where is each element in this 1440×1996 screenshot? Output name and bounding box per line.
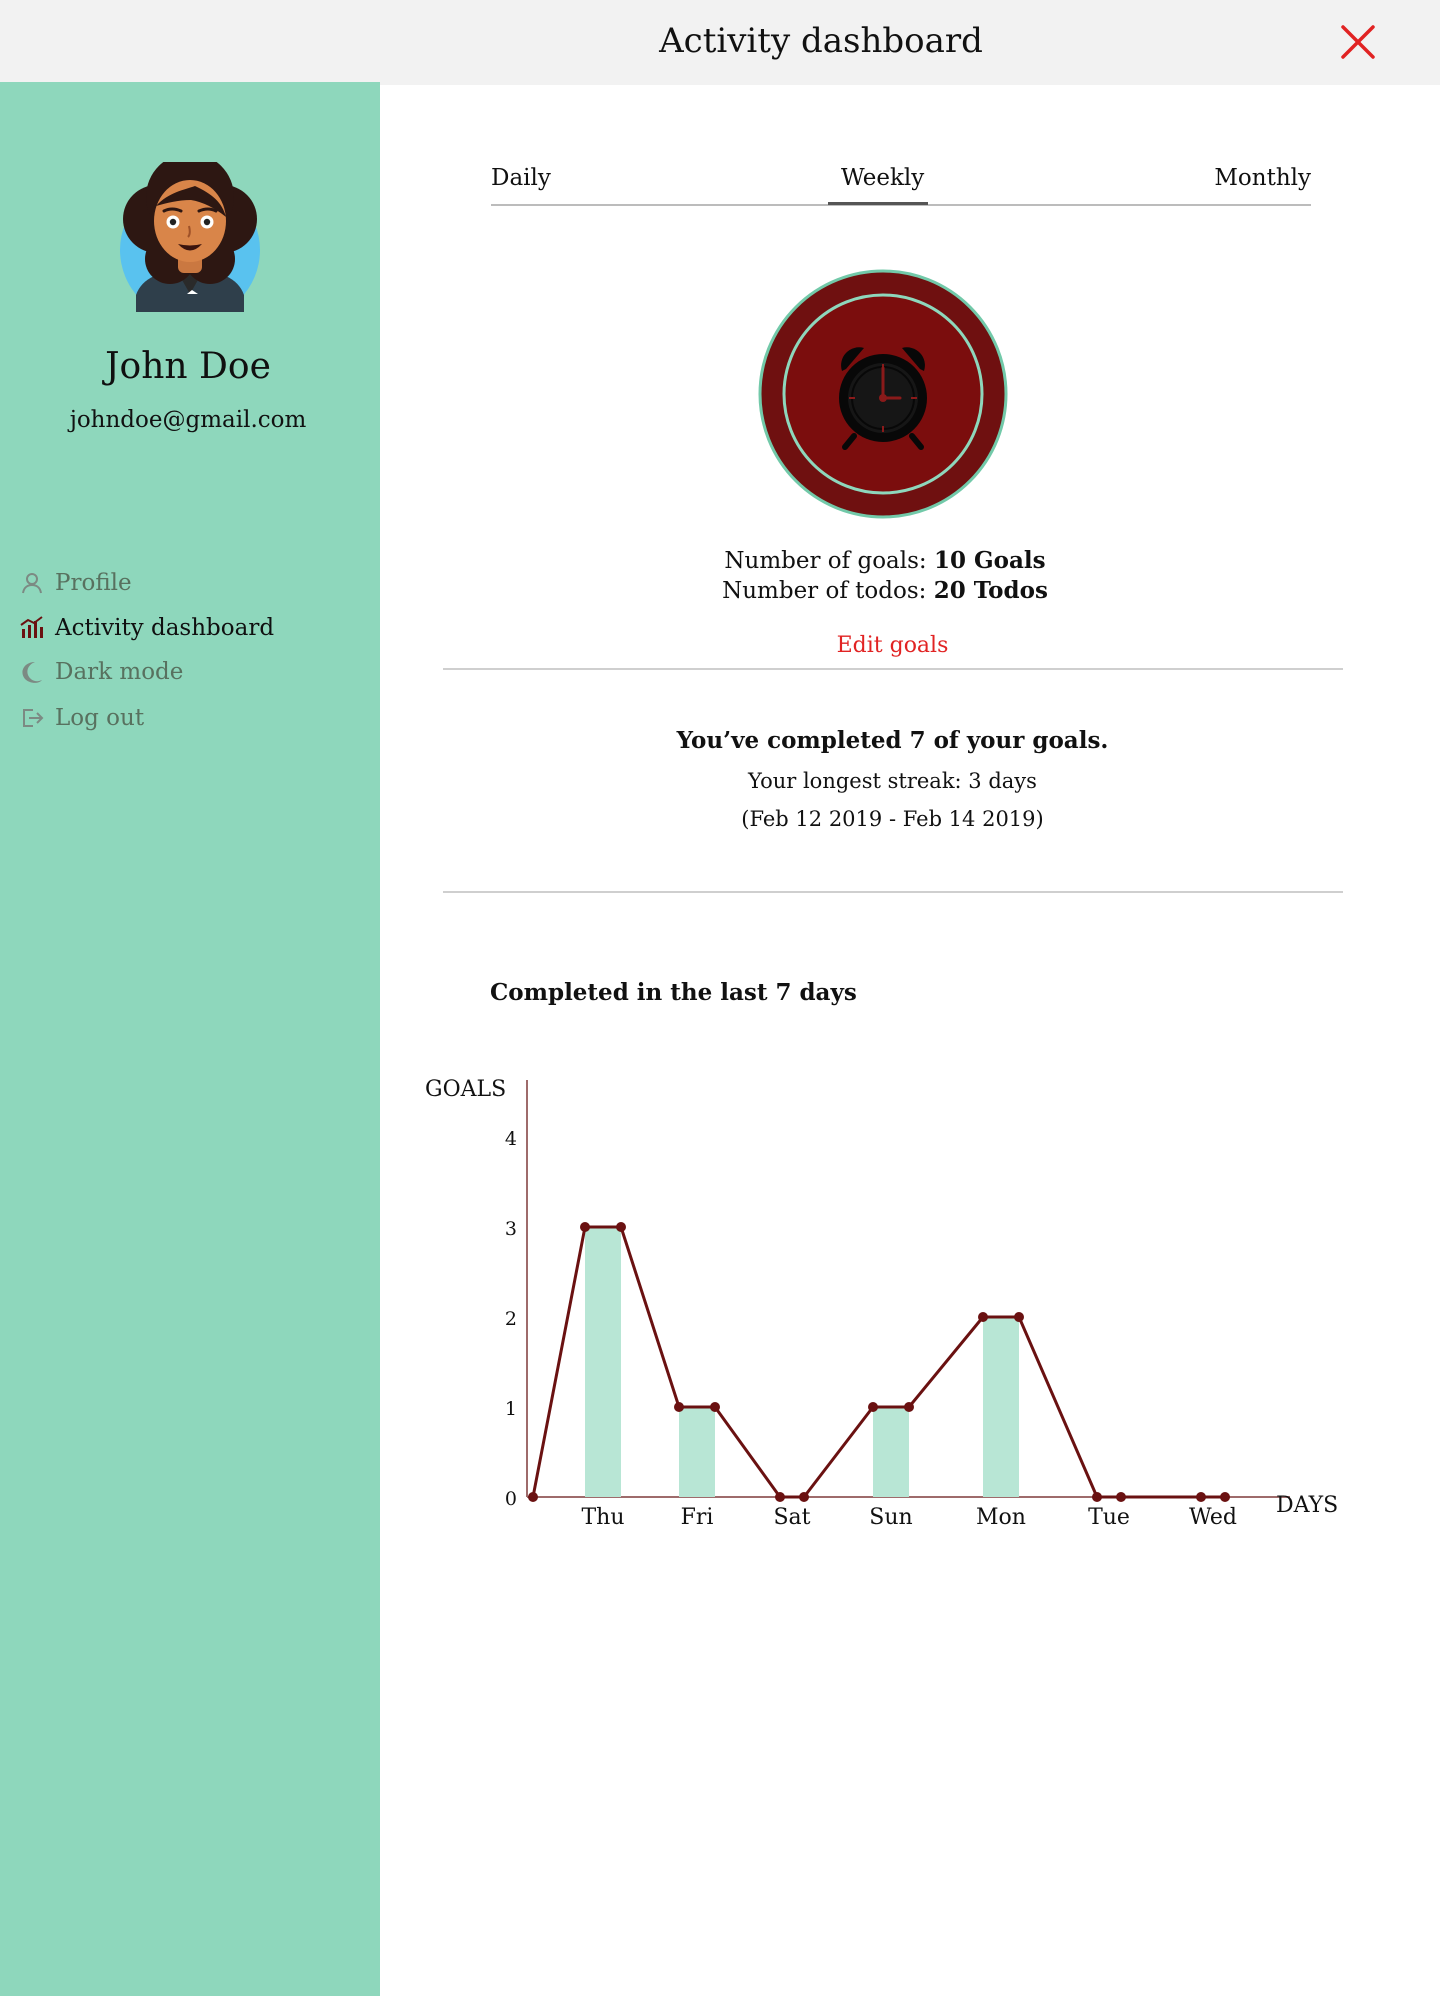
x-tick-label: Tue	[1088, 1505, 1130, 1530]
user-icon	[22, 573, 42, 594]
chart-bar	[679, 1407, 715, 1497]
goals-count-label: Number of goals:	[724, 548, 927, 574]
edit-goals-link[interactable]: Edit goals	[380, 631, 1405, 661]
sidebar-item-label: Log out	[55, 705, 145, 731]
chart-point	[580, 1222, 590, 1232]
chart-point	[1196, 1492, 1206, 1502]
sidebar-item-label: Profile	[55, 570, 132, 596]
logout-icon	[23, 709, 44, 727]
sidebar-item-activity-dashboard[interactable]: Activity dashboard	[20, 611, 350, 645]
chart-point	[799, 1492, 809, 1502]
period-tabs: Daily Weekly Monthly	[491, 154, 1311, 206]
moon-icon	[22, 662, 42, 683]
alarm-clock-icon	[758, 269, 1008, 519]
tab-weekly[interactable]: Weekly	[841, 163, 924, 193]
bar-chart-icon	[20, 616, 43, 638]
x-tick-label: Mon	[976, 1505, 1026, 1530]
chart-bar	[585, 1227, 621, 1497]
y-tick-label: 1	[505, 1398, 517, 1420]
goals-count-text: Number of goals: 10 Goals	[380, 546, 1390, 576]
chart-point	[1220, 1492, 1230, 1502]
completed-goals-heading: You’ve completed 7 of your goals.	[676, 727, 1109, 754]
sidebar-item-log-out[interactable]: Log out	[20, 701, 350, 735]
section-divider	[443, 668, 1343, 670]
todos-count-text: Number of todos: 20 Todos	[380, 576, 1390, 606]
user-email: johndoe@gmail.com	[69, 407, 307, 433]
completed-goals-chart: GOALS DAYS 0 1 2 3 4 Thu Fri Sat Sun Mon Tue Wed	[425, 1077, 1338, 1530]
todos-count-label: Number of todos:	[722, 578, 927, 604]
chart-point	[978, 1312, 988, 1322]
streak-range-text: (Feb 12 2019 - Feb 14 2019)	[741, 807, 1044, 831]
page-title: Activity dashboard	[659, 21, 983, 61]
chart-point	[904, 1402, 914, 1412]
chart-point	[674, 1402, 684, 1412]
x-axis-label: DAYS	[1276, 1493, 1338, 1518]
sidebar-item-label: Dark mode	[55, 659, 184, 685]
top-bar: Activity dashboard	[0, 0, 1440, 85]
tab-monthly[interactable]: Monthly	[1214, 163, 1311, 193]
chart-bar	[873, 1407, 909, 1497]
x-tick-label: Wed	[1189, 1505, 1237, 1530]
y-tick-label: 4	[505, 1128, 517, 1150]
chart-point	[710, 1402, 720, 1412]
chart-point	[775, 1492, 785, 1502]
chart-title: Completed in the last 7 days	[490, 979, 857, 1006]
chart-point	[868, 1402, 878, 1412]
y-tick-label: 3	[505, 1218, 517, 1240]
chart-point	[1014, 1312, 1024, 1322]
chart-point	[1116, 1492, 1126, 1502]
x-tick-label: Fri	[681, 1505, 714, 1530]
chart-point	[616, 1222, 626, 1232]
user-name: John Doe	[105, 346, 271, 387]
active-tab-indicator	[828, 202, 928, 205]
section-divider	[443, 891, 1343, 893]
y-tick-label: 0	[505, 1488, 517, 1510]
x-tick-label: Sun	[869, 1505, 912, 1530]
streak-text: Your longest streak: 3 days	[748, 769, 1037, 793]
todos-count-value: 20 Todos	[933, 577, 1048, 604]
y-tick-label: 2	[505, 1308, 517, 1330]
chart-bar	[983, 1317, 1019, 1497]
tab-daily[interactable]: Daily	[491, 163, 551, 193]
close-icon[interactable]	[1339, 23, 1377, 61]
x-tick-label: Sat	[773, 1505, 810, 1530]
y-axis-label: GOALS	[425, 1077, 506, 1102]
sidebar-item-dark-mode[interactable]: Dark mode	[20, 655, 350, 689]
sidebar-item-profile[interactable]: Profile	[20, 566, 350, 600]
chart-point	[1092, 1492, 1102, 1502]
chart-point	[528, 1492, 538, 1502]
goals-count-value: 10 Goals	[933, 547, 1046, 574]
x-tick-label: Thu	[581, 1505, 624, 1530]
sidebar-item-label: Activity dashboard	[55, 615, 275, 641]
avatar[interactable]	[120, 162, 260, 312]
